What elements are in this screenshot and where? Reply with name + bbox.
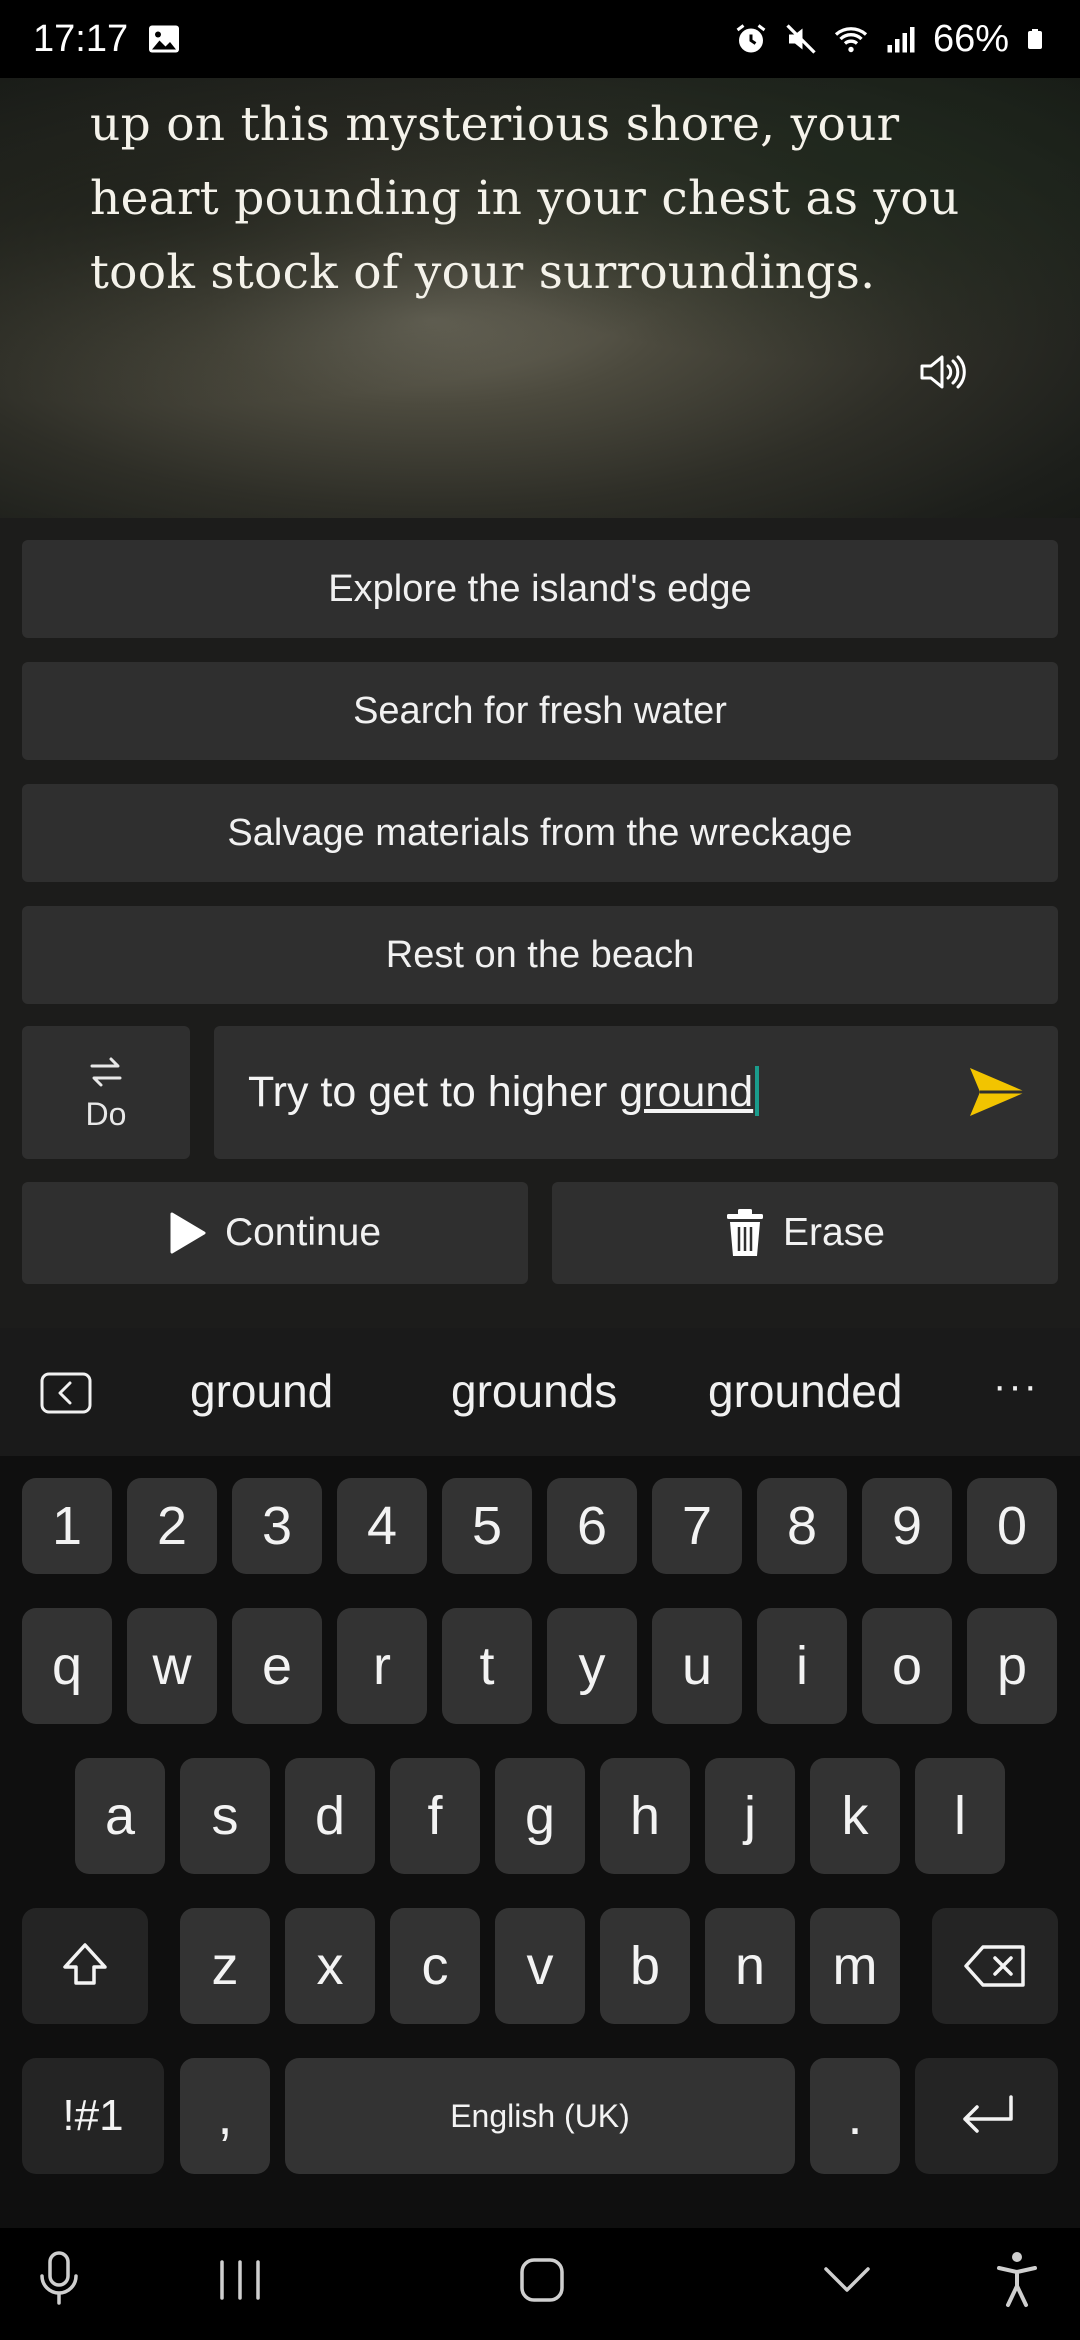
- key[interactable]: i: [757, 1608, 847, 1724]
- continue-label: Continue: [224, 1211, 382, 1254]
- enter-icon: [962, 2095, 1013, 2133]
- send-icon[interactable]: [968, 1066, 1028, 1118]
- key[interactable]: a: [75, 1758, 165, 1874]
- choice-button[interactable]: Salvage materials from the wreckage: [22, 784, 1058, 882]
- alarm-icon: [736, 24, 766, 53]
- hide-keyboard-icon[interactable]: [822, 2264, 872, 2296]
- key[interactable]: 2: [127, 1478, 217, 1574]
- backspace-icon: [964, 1945, 1025, 1987]
- symbols-key[interactable]: !#1: [22, 2058, 164, 2174]
- key[interactable]: s: [180, 1758, 270, 1874]
- key[interactable]: e: [232, 1608, 322, 1724]
- input-text-composing: ground: [619, 1068, 754, 1116]
- erase-label: Erase: [783, 1211, 885, 1254]
- key[interactable]: t: [442, 1608, 532, 1724]
- key[interactable]: 0: [967, 1478, 1057, 1574]
- story-text: up on this mysterious shore, your heart …: [90, 88, 1010, 310]
- trash-icon: [727, 1209, 764, 1256]
- key[interactable]: k: [810, 1758, 900, 1874]
- key[interactable]: 1: [22, 1478, 112, 1574]
- key[interactable]: c: [390, 1908, 480, 2024]
- story-line: up on this mysterious shore, your: [90, 97, 900, 152]
- story-line: heart pounding in your chest as you: [90, 171, 960, 226]
- key[interactable]: 3: [232, 1478, 322, 1574]
- key[interactable]: g: [495, 1758, 585, 1874]
- key[interactable]: y: [547, 1608, 637, 1724]
- key[interactable]: q: [22, 1608, 112, 1724]
- key[interactable]: 8: [757, 1478, 847, 1574]
- key[interactable]: n: [705, 1908, 795, 2024]
- home-icon[interactable]: [518, 2256, 566, 2304]
- accessibility-icon[interactable]: [995, 2250, 1039, 2308]
- status-time: 17:17: [33, 17, 129, 60]
- toolbar-back-icon[interactable]: [40, 1372, 92, 1414]
- key[interactable]: o: [862, 1608, 952, 1724]
- key[interactable]: p: [967, 1608, 1057, 1724]
- key[interactable]: 5: [442, 1478, 532, 1574]
- action-input-text: Try to get to higher ground: [248, 1066, 760, 1117]
- battery-percent: 66%: [932, 17, 1009, 60]
- text-caret: [755, 1066, 760, 1116]
- suggestion-bar: ground grounds grounded ···: [0, 1328, 1080, 1456]
- story-line: took stock of your surroundings.: [90, 245, 876, 300]
- action-input[interactable]: Try to get to higher ground: [214, 1026, 1058, 1159]
- input-text-before: Try to get to higher: [248, 1068, 620, 1116]
- key[interactable]: v: [495, 1908, 585, 2024]
- play-icon: [170, 1212, 206, 1254]
- key[interactable]: m: [810, 1908, 900, 2024]
- status-bar: 17:17 66%: [0, 0, 1080, 78]
- period-key[interactable]: .: [810, 2058, 900, 2174]
- microphone-icon[interactable]: [38, 2250, 80, 2306]
- comma-key[interactable]: ,: [180, 2058, 270, 2174]
- key[interactable]: 9: [862, 1478, 952, 1574]
- shift-icon: [63, 1943, 107, 1985]
- suggestion-item[interactable]: grounds: [451, 1364, 617, 1418]
- more-options-icon[interactable]: ···: [993, 1364, 1039, 1409]
- key[interactable]: u: [652, 1608, 742, 1724]
- choice-button[interactable]: Explore the island's edge: [22, 540, 1058, 638]
- key[interactable]: 6: [547, 1478, 637, 1574]
- choice-button[interactable]: Search for fresh water: [22, 662, 1058, 760]
- story-panel: up on this mysterious shore, your heart …: [0, 78, 1080, 518]
- mode-toggle-button[interactable]: Do: [22, 1026, 190, 1159]
- navigation-bar: [0, 2228, 1080, 2340]
- key[interactable]: r: [337, 1608, 427, 1724]
- choice-button[interactable]: Rest on the beach: [22, 906, 1058, 1004]
- suggestion-item[interactable]: ground: [190, 1364, 333, 1418]
- continue-button[interactable]: Continue: [22, 1182, 528, 1284]
- key[interactable]: z: [180, 1908, 270, 2024]
- key[interactable]: b: [600, 1908, 690, 2024]
- wifi-icon: [834, 27, 868, 53]
- key[interactable]: x: [285, 1908, 375, 2024]
- recent-apps-icon[interactable]: [216, 2258, 264, 2302]
- mute-icon: [786, 24, 816, 54]
- image-icon: [149, 25, 180, 53]
- key[interactable]: f: [390, 1758, 480, 1874]
- backspace-key[interactable]: [932, 1908, 1058, 2024]
- signal-icon: [887, 27, 915, 53]
- key[interactable]: l: [915, 1758, 1005, 1874]
- erase-button[interactable]: Erase: [552, 1182, 1058, 1284]
- speaker-icon[interactable]: [918, 352, 968, 392]
- key[interactable]: w: [127, 1608, 217, 1724]
- key[interactable]: d: [285, 1758, 375, 1874]
- key[interactable]: h: [600, 1758, 690, 1874]
- shift-key[interactable]: [22, 1908, 148, 2024]
- key[interactable]: 7: [652, 1478, 742, 1574]
- keyboard: ground grounds grounded ··· 1 2 3 4 5 6 …: [0, 1328, 1080, 2228]
- suggestion-item[interactable]: grounded: [708, 1364, 902, 1418]
- action-panel: Explore the island's edge Search for fre…: [0, 518, 1080, 1328]
- space-key[interactable]: English (UK): [285, 2058, 795, 2174]
- key[interactable]: 4: [337, 1478, 427, 1574]
- enter-key[interactable]: [915, 2058, 1058, 2174]
- mode-label: Do: [85, 1096, 127, 1132]
- battery-icon: [1028, 29, 1042, 49]
- key[interactable]: j: [705, 1758, 795, 1874]
- swap-icon: [90, 1057, 122, 1087]
